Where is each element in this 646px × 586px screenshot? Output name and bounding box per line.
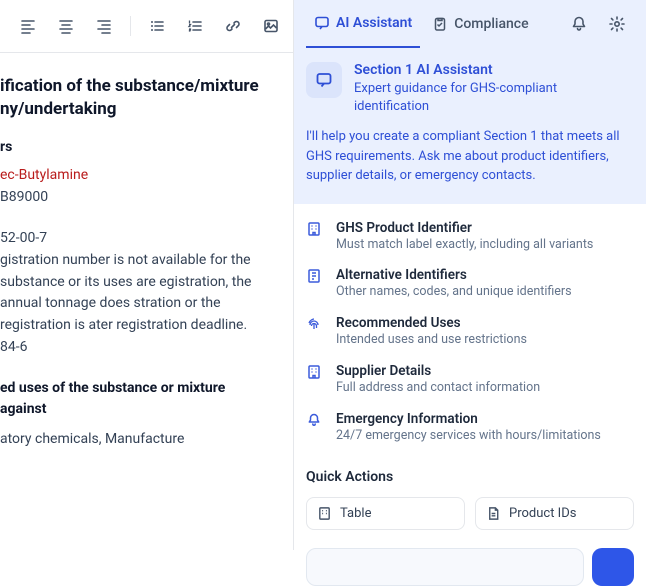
product-code-value: B89000 (0, 187, 273, 209)
align-left-button[interactable] (12, 10, 44, 42)
guide-desc: Intended uses and use restrictions (336, 332, 527, 349)
quick-action-product-ids[interactable]: Product IDs (475, 497, 634, 530)
guide-desc: Full address and contact information (336, 380, 540, 397)
guide-item: GHS Product IdentifierMust match label e… (306, 220, 634, 254)
document-body: ification of the substance/mixture ny/un… (0, 53, 293, 550)
fingerprint-icon (306, 316, 324, 349)
building-icon (306, 364, 324, 397)
section-heading: ification of the substance/mixture ny/un… (0, 75, 273, 121)
guide-item: Emergency Information24/7 emergency serv… (306, 411, 634, 445)
chat-icon (314, 15, 330, 31)
assistant-pane: AI Assistant Compliance Section 1 AI Ass… (294, 0, 646, 550)
cas-value: 52-00-7 (0, 228, 273, 250)
tab-label: Compliance (454, 16, 528, 32)
align-right-button[interactable] (88, 10, 120, 42)
guide-desc: 24/7 emergency services with hours/limit… (336, 428, 601, 445)
assistant-intro-text: I'll help you create a compliant Section… (306, 127, 634, 186)
guide-title: Recommended Uses (336, 315, 527, 331)
registration-paragraph: gistration number is not available for t… (0, 250, 273, 337)
button-label: Table (340, 506, 371, 521)
tab-label: AI Assistant (336, 15, 412, 31)
formatting-toolbar (0, 0, 293, 53)
guide-title: GHS Product Identifier (336, 220, 593, 236)
guide-item: Recommended UsesIntended uses and use re… (306, 315, 634, 349)
tab-compliance[interactable]: Compliance (424, 0, 536, 48)
guide-title: Emergency Information (336, 411, 601, 427)
document-icon (486, 506, 501, 521)
chat-input-bar (306, 548, 634, 586)
guide-title: Alternative Identifiers (336, 267, 572, 283)
editor-pane: ification of the substance/mixture ny/un… (0, 0, 294, 550)
settings-button[interactable] (600, 7, 634, 41)
quick-actions-heading: Quick Actions (306, 469, 634, 485)
align-center-button[interactable] (50, 10, 82, 42)
notifications-button[interactable] (562, 7, 596, 41)
ec-value: 84-6 (0, 337, 273, 359)
guide-item: Supplier DetailsFull address and contact… (306, 363, 634, 397)
assistant-subtitle: Expert guidance for GHS-compliant identi… (354, 80, 634, 115)
product-name-value: ec-Butylamine (0, 165, 273, 187)
link-button[interactable] (217, 10, 249, 42)
bell-icon (570, 15, 588, 33)
bullet-list-button[interactable] (141, 10, 173, 42)
table-icon (317, 506, 332, 521)
send-button[interactable] (592, 548, 634, 586)
assistant-intro-card: Section 1 AI Assistant Expert guidance f… (294, 48, 646, 204)
bell-icon (306, 412, 324, 445)
guide-desc: Other names, codes, and unique identifie… (336, 284, 572, 301)
building-icon (306, 221, 324, 254)
chat-input[interactable] (306, 548, 584, 586)
gear-icon (608, 15, 626, 33)
guide-title: Supplier Details (336, 363, 540, 379)
clipboard-check-icon (432, 16, 448, 32)
tab-ai-assistant[interactable]: AI Assistant (306, 0, 420, 48)
image-button[interactable] (255, 10, 287, 42)
uses-heading: ed uses of the substance or mixture agai… (0, 378, 273, 419)
uses-body: atory chemicals, Manufacture (0, 429, 273, 451)
tag-icon (306, 268, 324, 301)
guide-desc: Must match label exactly, including all … (336, 237, 593, 254)
guide-item: Alternative IdentifiersOther names, code… (306, 267, 634, 301)
button-label: Product IDs (509, 506, 576, 521)
guide-list: GHS Product IdentifierMust match label e… (294, 204, 646, 465)
chat-icon (306, 62, 342, 98)
quick-action-table[interactable]: Table (306, 497, 465, 530)
numbered-list-button[interactable] (179, 10, 211, 42)
sub-heading: rs (0, 139, 273, 155)
assistant-title: Section 1 AI Assistant (354, 62, 634, 78)
